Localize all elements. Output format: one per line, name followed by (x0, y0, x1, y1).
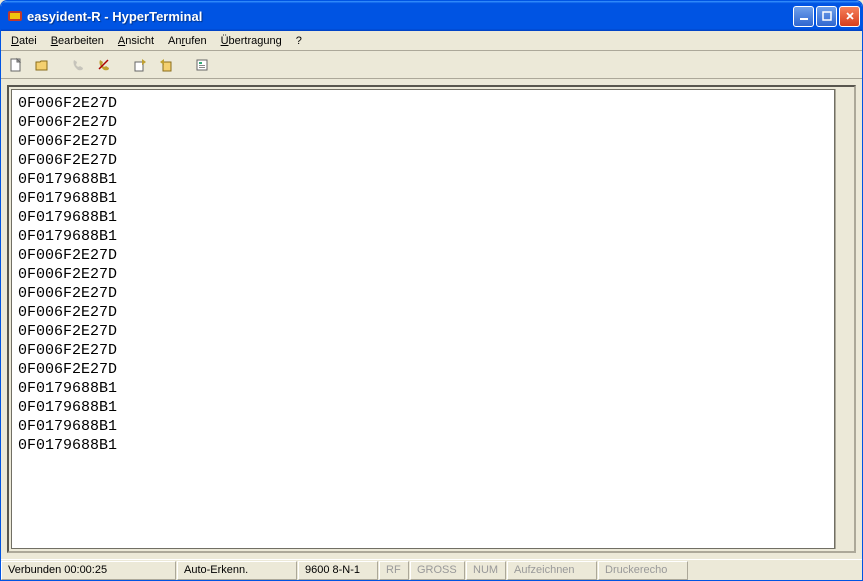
status-port: 9600 8-N-1 (298, 561, 378, 580)
status-connected: Verbunden 00:00:25 (1, 561, 176, 580)
open-file-button[interactable] (31, 54, 53, 76)
receive-file-button[interactable] (155, 54, 177, 76)
statusbar: Verbunden 00:00:25 Auto-Erkenn. 9600 8-N… (1, 559, 862, 580)
window-title: easyident-R - HyperTerminal (27, 9, 793, 24)
send-file-button[interactable] (129, 54, 151, 76)
terminal-output[interactable]: 0F006F2E27D 0F006F2E27D 0F006F2E27D 0F00… (11, 89, 835, 549)
menu-uebertragung[interactable]: Übertragung (215, 34, 288, 48)
properties-button[interactable] (191, 54, 213, 76)
status-caps: GROSS (410, 561, 465, 580)
status-num: NUM (466, 561, 506, 580)
new-file-button[interactable] (5, 54, 27, 76)
toolbar (1, 51, 862, 79)
menu-help[interactable]: ? (290, 34, 308, 48)
vertical-scrollbar[interactable] (835, 89, 852, 549)
window-controls (793, 6, 860, 27)
titlebar[interactable]: easyident-R - HyperTerminal (1, 1, 862, 31)
menu-ansicht[interactable]: Ansicht (112, 34, 160, 48)
terminal-wrap: 0F006F2E27D 0F006F2E27D 0F006F2E27D 0F00… (7, 85, 856, 553)
maximize-button[interactable] (816, 6, 837, 27)
minimize-button[interactable] (793, 6, 814, 27)
status-record: Aufzeichnen (507, 561, 597, 580)
status-detect: Auto-Erkenn. (177, 561, 297, 580)
menu-datei[interactable]: Datei (5, 34, 43, 48)
menubar: Datei Bearbeiten Ansicht Anrufen Übertra… (1, 31, 862, 51)
call-button (67, 54, 89, 76)
menu-bearbeiten[interactable]: Bearbeiten (45, 34, 110, 48)
status-rf: RF (379, 561, 409, 580)
close-button[interactable] (839, 6, 860, 27)
status-spacer (689, 561, 861, 580)
app-icon (7, 8, 23, 24)
status-echo: Druckerecho (598, 561, 688, 580)
menu-anrufen[interactable]: Anrufen (162, 34, 213, 48)
disconnect-button[interactable] (93, 54, 115, 76)
content-frame: 0F006F2E27D 0F006F2E27D 0F006F2E27D 0F00… (1, 79, 862, 559)
app-window: easyident-R - HyperTerminal Datei Bearbe… (0, 0, 863, 581)
